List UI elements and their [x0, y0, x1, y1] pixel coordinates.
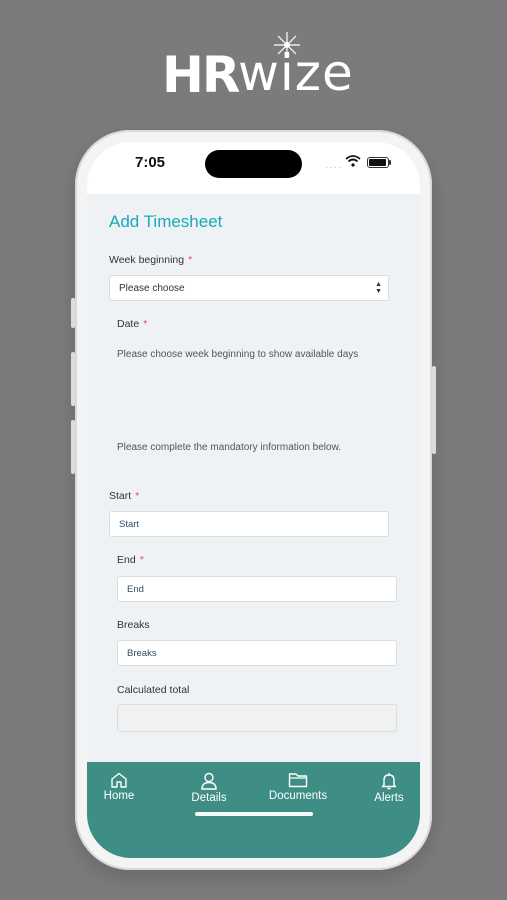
phone-screen: 7:05 ···· Add Timesheet Week beginning * … [87, 142, 420, 858]
status-bar: 7:05 ···· [87, 142, 420, 194]
tab-label-alerts: Alerts [374, 792, 404, 804]
select-arrows-icon: ▲ ▼ [375, 281, 382, 295]
required-marker: * [139, 554, 144, 566]
sparkle-icon [274, 32, 300, 58]
bell-icon [381, 773, 397, 790]
user-icon [201, 772, 217, 790]
week-beginning-label: Week beginning * [109, 254, 192, 266]
date-hint: Please choose week beginning to show ava… [117, 349, 359, 360]
breaks-label: Breaks [117, 619, 150, 631]
required-marker: * [188, 254, 193, 266]
tab-documents[interactable]: Documents [265, 772, 331, 802]
side-button [432, 366, 436, 454]
tab-label-details: Details [191, 792, 227, 804]
calculated-total-label: Calculated total [117, 684, 190, 696]
folder-icon [288, 773, 308, 788]
start-label-text: Start [109, 490, 132, 502]
bottom-tab-bar: Home Details Documents Alerts [87, 762, 420, 858]
tab-label-documents: Documents [268, 790, 328, 802]
logo-text-hr: HR [162, 46, 240, 104]
calculated-total-field [117, 704, 397, 732]
side-button [71, 420, 75, 474]
tab-home[interactable]: Home [101, 772, 137, 802]
end-label-text: End [117, 554, 136, 566]
dynamic-island [205, 150, 302, 178]
side-button [71, 352, 75, 406]
home-indicator[interactable] [195, 812, 313, 816]
end-label: End * [117, 554, 144, 566]
date-label: Date * [117, 318, 147, 330]
tab-alerts[interactable]: Alerts [369, 772, 409, 804]
side-button [71, 298, 75, 328]
start-input[interactable]: Start [109, 511, 389, 537]
date-label-text: Date [117, 318, 140, 330]
hrwize-logo: HR wize [0, 32, 507, 110]
page-title: Add Timesheet [109, 212, 223, 231]
phone-frame: 7:05 ···· Add Timesheet Week beginning * … [71, 130, 436, 870]
home-icon [111, 772, 127, 788]
start-label: Start * [109, 490, 139, 502]
required-marker: * [135, 490, 140, 502]
required-marker: * [143, 318, 148, 330]
battery-icon [367, 157, 391, 168]
mandatory-notice: Please complete the mandatory informatio… [117, 442, 342, 453]
status-time: 7:05 [135, 154, 166, 171]
week-beginning-label-text: Week beginning [109, 254, 185, 266]
tab-details[interactable]: Details [187, 772, 231, 804]
timesheet-form: Add Timesheet Week beginning * Please cho… [87, 194, 420, 816]
tab-label-home: Home [103, 790, 135, 802]
signal-icon: ···· [325, 162, 343, 173]
breaks-input[interactable]: Breaks [117, 640, 397, 666]
week-beginning-select[interactable]: Please choose ▲ ▼ [109, 275, 389, 301]
week-beginning-selected: Please choose [119, 283, 185, 294]
wifi-icon [345, 155, 361, 167]
end-input[interactable]: End [117, 576, 397, 602]
